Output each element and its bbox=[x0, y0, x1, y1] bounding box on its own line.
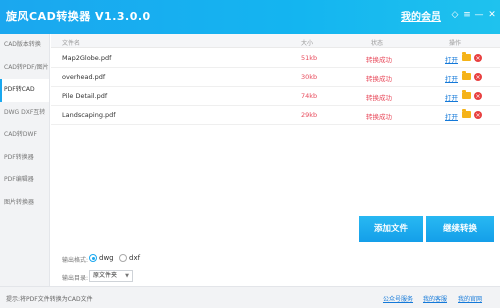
sidebar-item-cad-to-dwf[interactable]: CAD转DWF bbox=[0, 124, 49, 147]
header-size: 大小 bbox=[301, 40, 314, 47]
title-bar: 旋风CAD转换器 V1.3.0.0 我的会员 ◇ ≡ — ✕ bbox=[0, 0, 500, 34]
minimize-icon[interactable]: — bbox=[472, 8, 486, 22]
file-name: overhead.pdf bbox=[62, 73, 106, 81]
status-bar: 提示:将PDF文件转换为CAD文件 公众号服务 我的客服 我的官网 bbox=[0, 286, 500, 308]
open-file-link[interactable]: 打开 bbox=[445, 73, 458, 83]
file-status: 转换成功 bbox=[366, 75, 392, 83]
folder-icon[interactable] bbox=[462, 71, 471, 80]
file-name: Pile Detail.pdf bbox=[62, 92, 108, 100]
output-dir-label: 输出目录: bbox=[62, 275, 89, 282]
open-file-link[interactable]: 打开 bbox=[445, 92, 458, 102]
file-status: 转换成功 bbox=[366, 113, 392, 121]
output-dir-value: 原文件夹 bbox=[93, 272, 118, 279]
file-name: Landscaping.pdf bbox=[62, 111, 116, 119]
delete-icon[interactable]: × bbox=[474, 73, 482, 81]
my-membership-link[interactable]: 我的会员 bbox=[401, 8, 441, 23]
chevron-down-icon: ▼ bbox=[125, 273, 129, 279]
customer-service-link[interactable]: 我的客服 bbox=[423, 294, 447, 303]
table-row: Landscaping.pdf 29kb 转换成功 打开 × bbox=[51, 106, 500, 125]
table-row: Map2Globe.pdf 51kb 转换成功 打开 × bbox=[51, 49, 500, 68]
output-format-label: 输出格式: bbox=[62, 257, 89, 264]
folder-icon[interactable] bbox=[462, 90, 471, 99]
radio-dxf[interactable] bbox=[119, 254, 127, 262]
sidebar-item-cad-version[interactable]: CAD版本转换 bbox=[0, 34, 49, 57]
folder-icon[interactable] bbox=[462, 109, 471, 118]
folder-icon[interactable] bbox=[462, 52, 471, 61]
sidebar-item-image-converter[interactable]: 图片转换器 bbox=[0, 192, 49, 215]
header-status: 状态 bbox=[371, 40, 384, 47]
main-panel: 文件名 大小 状态 操作 Map2Globe.pdf 51kb 转换成功 打开 … bbox=[51, 34, 500, 286]
sidebar-item-pdf-converter[interactable]: PDF转换器 bbox=[0, 147, 49, 170]
file-status: 转换成功 bbox=[366, 94, 392, 102]
file-size: 74kb bbox=[301, 92, 318, 100]
sidebar: CAD版本转换 CAD转PDF/图片 PDF转CAD DWG DXF互转 CAD… bbox=[0, 34, 50, 286]
table-header: 文件名 大小 状态 操作 bbox=[51, 34, 500, 48]
continue-convert-button[interactable]: 继续转换 bbox=[426, 216, 494, 242]
header-filename: 文件名 bbox=[62, 40, 81, 47]
radio-dwg[interactable] bbox=[89, 254, 97, 262]
file-size: 29kb bbox=[301, 111, 318, 119]
close-icon[interactable]: ✕ bbox=[485, 8, 499, 22]
delete-icon[interactable]: × bbox=[474, 92, 482, 100]
sidebar-item-pdf-editor[interactable]: PDF编辑器 bbox=[0, 169, 49, 192]
wechat-service-link[interactable]: 公众号服务 bbox=[383, 294, 413, 303]
delete-icon[interactable]: × bbox=[474, 111, 482, 119]
delete-icon[interactable]: × bbox=[474, 54, 482, 62]
header-action: 操作 bbox=[449, 40, 462, 47]
file-name: Map2Globe.pdf bbox=[62, 54, 112, 62]
open-file-link[interactable]: 打开 bbox=[445, 111, 458, 121]
table-row: Pile Detail.pdf 74kb 转换成功 打开 × bbox=[51, 87, 500, 106]
sidebar-item-dwg-dxf[interactable]: DWG DXF互转 bbox=[0, 102, 49, 125]
official-site-link[interactable]: 我的官网 bbox=[458, 294, 482, 303]
app-window: 旋风CAD转换器 V1.3.0.0 我的会员 ◇ ≡ — ✕ CAD版本转换 C… bbox=[0, 0, 500, 308]
sidebar-item-pdf-to-cad[interactable]: PDF转CAD bbox=[0, 79, 49, 102]
open-file-link[interactable]: 打开 bbox=[445, 54, 458, 64]
status-hint: 提示:将PDF文件转换为CAD文件 bbox=[6, 296, 93, 303]
file-size: 51kb bbox=[301, 54, 318, 62]
file-status: 转换成功 bbox=[366, 56, 392, 64]
radio-dwg-label[interactable]: dwg bbox=[99, 254, 114, 262]
app-title: 旋风CAD转换器 V1.3.0.0 bbox=[6, 10, 151, 23]
file-size: 30kb bbox=[301, 73, 318, 81]
sidebar-item-cad-to-pdf[interactable]: CAD转PDF/图片 bbox=[0, 57, 49, 80]
add-file-button[interactable]: 添加文件 bbox=[359, 216, 423, 242]
radio-dxf-label[interactable]: dxf bbox=[129, 254, 140, 262]
output-dir-select[interactable]: 原文件夹 ▼ bbox=[89, 270, 133, 282]
table-row: overhead.pdf 30kb 转换成功 打开 × bbox=[51, 68, 500, 87]
